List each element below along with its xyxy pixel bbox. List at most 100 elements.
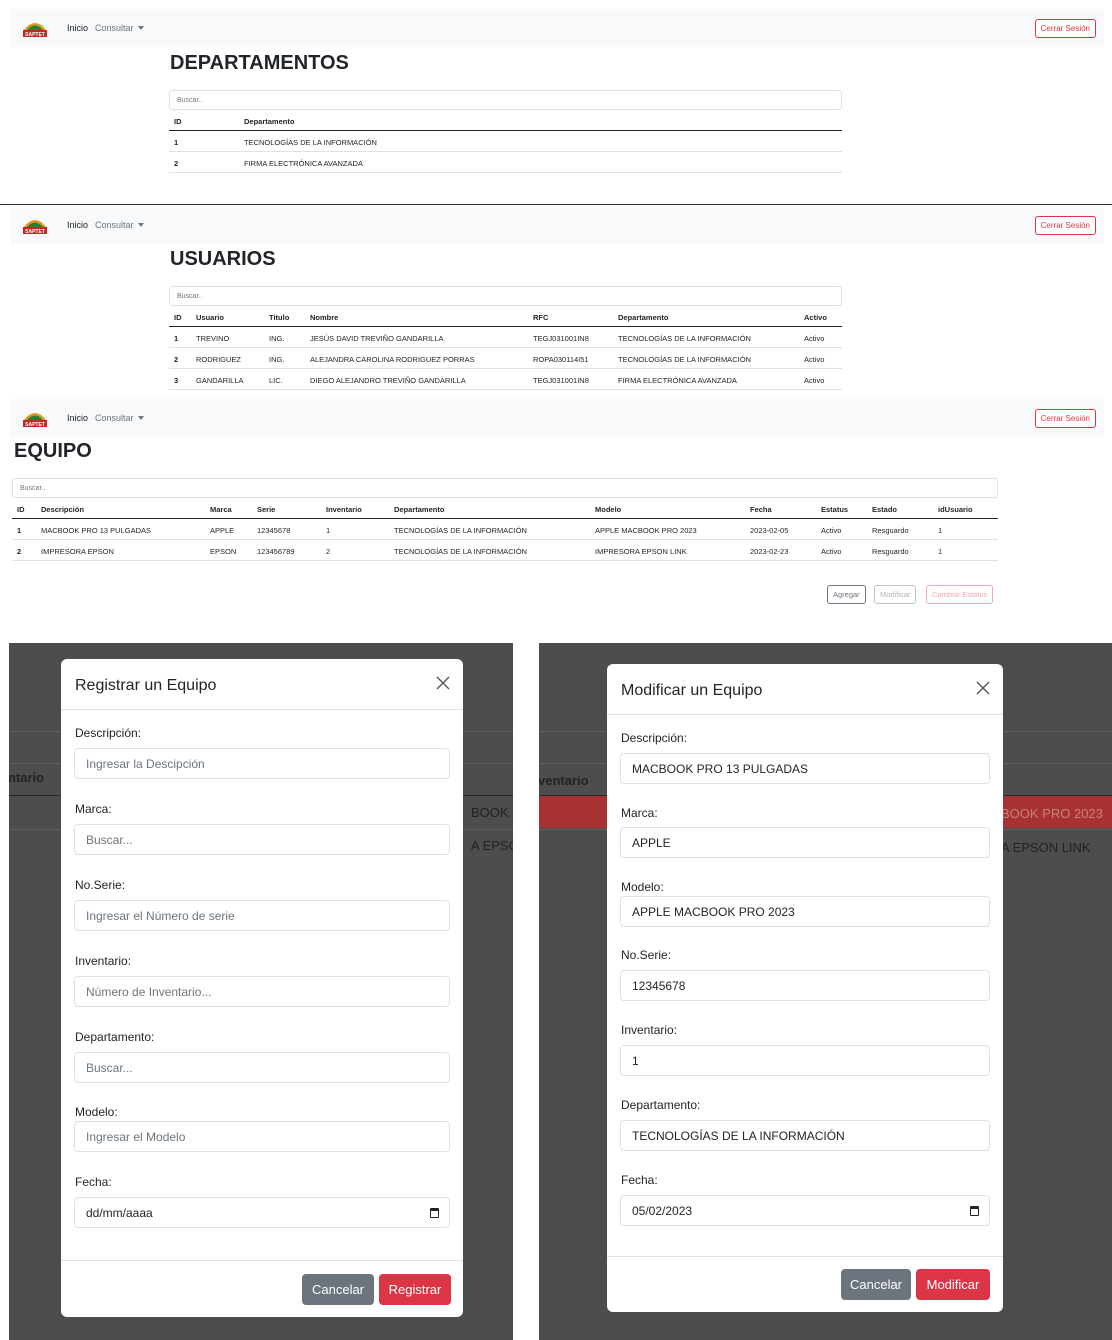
background-text: BOOK PRO 2023 bbox=[1001, 806, 1103, 821]
logo-icon[interactable]: SAPTET bbox=[22, 18, 48, 38]
department-input[interactable]: Buscar... bbox=[74, 1052, 450, 1083]
cell-descripcion: MACBOOK PRO 13 PULGADAS bbox=[41, 526, 152, 535]
cell-estado: Resguardo bbox=[872, 547, 909, 556]
column-header: Inventario bbox=[326, 505, 362, 514]
cell-descripcion: IMPRESORA EPSON bbox=[41, 547, 114, 556]
chevron-down-icon bbox=[137, 416, 144, 420]
cell-activo: Activo bbox=[804, 334, 825, 343]
cell-estatus: Activo bbox=[821, 526, 842, 535]
equipo-table: ID Descripción Marca Serie Inventario De… bbox=[12, 498, 998, 562]
serial-input[interactable]: 12345678 bbox=[620, 970, 990, 1001]
cell-idusuario: 1 bbox=[938, 547, 943, 556]
model-label: Modelo: bbox=[621, 880, 664, 894]
logout-button[interactable]: Cerrar Sesión bbox=[1034, 19, 1096, 38]
background-text: A EPSON bbox=[471, 838, 513, 853]
calendar-icon[interactable] bbox=[970, 1206, 979, 1216]
column-header: Modelo bbox=[595, 505, 622, 514]
table-row[interactable]: 2 IMPRESORA EPSON EPSON 123456789 2 TECN… bbox=[12, 540, 998, 561]
nav-consult-label: Consultar bbox=[95, 220, 134, 230]
modal-footer-divider bbox=[61, 1260, 463, 1261]
date-label: Fecha: bbox=[75, 1175, 112, 1189]
column-header: Departamento bbox=[244, 117, 295, 126]
cell-activo: Activo bbox=[804, 355, 825, 364]
brand-label: Marca: bbox=[75, 802, 112, 816]
column-header: idUsuario bbox=[938, 505, 973, 514]
table-row[interactable]: 2 FIRMA ELECTRÓNICA AVANZADA bbox=[169, 152, 842, 173]
change-status-button[interactable]: Cambiar Estatus bbox=[926, 585, 994, 604]
cell-serie: 12345678 bbox=[257, 526, 291, 535]
table-row[interactable]: 1 TREVINO ING. JESÚS DAVID TREVIÑO GANDA… bbox=[169, 327, 842, 348]
close-icon[interactable] bbox=[435, 675, 451, 691]
department-input[interactable]: TECNOLOGÍAS DE LA INFORMACIÓN bbox=[620, 1120, 990, 1151]
add-button[interactable]: Agregar bbox=[827, 585, 866, 604]
nav-home-link[interactable]: Inicio bbox=[67, 23, 88, 33]
cell-rfc: TEGJ031001IN8 bbox=[533, 376, 589, 385]
table-row[interactable]: 1 MACBOOK PRO 13 PULGADAS APPLE 12345678… bbox=[12, 519, 998, 540]
usuarios-screen: SAPTET Inicio Consultar Cerrar Sesión US… bbox=[0, 205, 1112, 395]
inventory-input[interactable]: 1 bbox=[620, 1045, 990, 1076]
brand-input[interactable]: Buscar... bbox=[74, 824, 450, 855]
department-label: Departamento: bbox=[75, 1030, 155, 1044]
serial-label: No.Serie: bbox=[75, 878, 126, 892]
nav-consult-dropdown[interactable]: Consultar bbox=[95, 220, 144, 230]
brand-label: Marca: bbox=[621, 806, 658, 820]
modal-title: Registrar un Equipo bbox=[75, 677, 217, 694]
navbar: SAPTET Inicio Consultar Cerrar Sesión bbox=[10, 399, 1104, 437]
column-header: ID bbox=[174, 117, 182, 126]
date-input-value: dd/mm/aaaa bbox=[86, 1206, 153, 1220]
date-input[interactable]: dd/mm/aaaa bbox=[74, 1197, 450, 1228]
model-input[interactable]: APPLE MACBOOK PRO 2023 bbox=[620, 896, 990, 927]
serial-input[interactable]: Ingresar el Número de serie bbox=[74, 900, 450, 931]
svg-text:SAPTET: SAPTET bbox=[25, 32, 45, 38]
cell-rfc: TEGJ031001IN8 bbox=[533, 334, 589, 343]
cell-inventario: 1 bbox=[326, 526, 331, 535]
description-input[interactable]: Ingresar la Descipción bbox=[74, 748, 450, 779]
edit-modal-screen: ventario BOOK PRO 2023 A EPSON LINK Modi… bbox=[539, 643, 1112, 1340]
modify-button[interactable]: Modificar bbox=[916, 1269, 990, 1300]
search-input[interactable]: Buscar.. bbox=[169, 90, 842, 110]
register-button[interactable]: Registrar bbox=[379, 1274, 451, 1305]
inventory-input[interactable]: Número de Inventario... bbox=[74, 976, 450, 1007]
model-label: Modelo: bbox=[75, 1105, 118, 1119]
cell-titulo: LIC. bbox=[269, 376, 283, 385]
logout-button[interactable]: Cerrar Sesión bbox=[1034, 216, 1096, 235]
calendar-icon[interactable] bbox=[430, 1208, 439, 1218]
logo-icon[interactable]: SAPTET bbox=[22, 215, 48, 235]
table-header: ID Departamento bbox=[169, 110, 842, 131]
modal-footer-divider bbox=[607, 1256, 1003, 1257]
table-row[interactable]: 3 GANDARILLA LIC. DIEGO ALEJANDRO TREVIÑ… bbox=[169, 369, 842, 390]
nav-home-link[interactable]: Inicio bbox=[67, 220, 88, 230]
logo-icon[interactable]: SAPTET bbox=[22, 408, 48, 428]
page-title: USUARIOS bbox=[170, 248, 276, 270]
modal-header-divider bbox=[61, 709, 463, 710]
date-input-value: 05/02/2023 bbox=[632, 1204, 693, 1218]
nav-consult-dropdown[interactable]: Consultar bbox=[95, 23, 144, 33]
date-input[interactable]: 05/02/2023 bbox=[620, 1195, 990, 1226]
cancel-button[interactable]: Cancelar bbox=[841, 1269, 911, 1300]
nav-home-link[interactable]: Inicio bbox=[67, 413, 88, 423]
departamentos-screen: SAPTET Inicio Consultar Cerrar Sesión DE… bbox=[0, 0, 1112, 204]
table-row[interactable]: 2 RODRIGUEZ ING. ALEJANDRA CAROLINA RODR… bbox=[169, 348, 842, 369]
cell-idusuario: 1 bbox=[938, 526, 943, 535]
modal-header-divider bbox=[607, 714, 1003, 715]
table-row[interactable]: 1 TECNOLOGÍAS DE LA INFORMACIÓN bbox=[169, 131, 842, 152]
cell-modelo: IMPRESORA EPSON LINK bbox=[595, 547, 687, 556]
column-header: Serie bbox=[257, 505, 276, 514]
close-icon[interactable] bbox=[975, 680, 991, 696]
edit-button[interactable]: Modificar bbox=[874, 585, 917, 604]
cell-titulo: ING. bbox=[269, 334, 285, 343]
search-input[interactable]: Buscar.. bbox=[169, 286, 842, 306]
cell-id: 1 bbox=[17, 526, 22, 535]
inventory-label: Inventario: bbox=[621, 1023, 678, 1037]
navbar: SAPTET Inicio Consultar Cerrar Sesión bbox=[10, 9, 1104, 47]
nav-consult-dropdown[interactable]: Consultar bbox=[95, 413, 144, 423]
model-input[interactable]: Ingresar el Modelo bbox=[74, 1121, 450, 1152]
brand-input[interactable]: APPLE bbox=[620, 827, 990, 858]
cell-departamento: TECNOLOGÍAS DE LA INFORMACIÓN bbox=[394, 526, 527, 535]
search-input[interactable]: Buscar.. bbox=[12, 478, 998, 498]
logout-button[interactable]: Cerrar Sesión bbox=[1034, 409, 1096, 428]
date-label: Fecha: bbox=[621, 1173, 658, 1187]
description-input[interactable]: MACBOOK PRO 13 PULGADAS bbox=[620, 753, 990, 784]
cancel-button[interactable]: Cancelar bbox=[302, 1274, 374, 1305]
serial-label: No.Serie: bbox=[621, 948, 672, 962]
